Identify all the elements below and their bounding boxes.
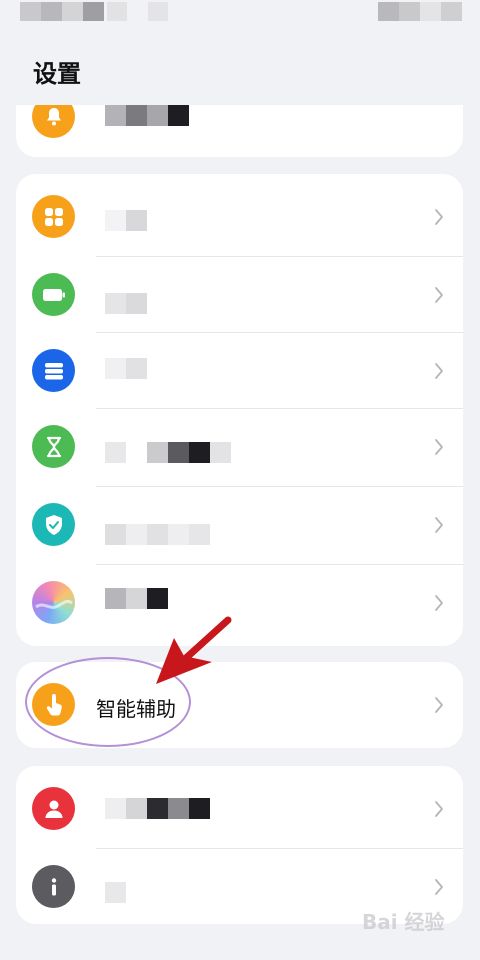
settings-item-apps[interactable] xyxy=(16,178,463,256)
status-pixel-block xyxy=(83,2,104,21)
redacted-label xyxy=(105,210,165,231)
status-pixel-block xyxy=(107,2,127,21)
settings-item-smart-assist[interactable]: 智能辅助 xyxy=(16,666,463,744)
status-pixel-block xyxy=(41,2,62,21)
battery-icon xyxy=(32,273,75,316)
redacted-label xyxy=(105,882,145,903)
shield-icon xyxy=(32,503,75,546)
redacted-label xyxy=(105,105,195,126)
status-pixel-block xyxy=(62,2,83,21)
info-icon xyxy=(32,865,75,908)
settings-item-battery[interactable] xyxy=(16,256,463,334)
chevron-right-icon xyxy=(432,593,446,613)
settings-item-account[interactable] xyxy=(16,770,463,848)
settings-item-security[interactable] xyxy=(16,486,463,564)
chevron-right-icon xyxy=(432,799,446,819)
settings-card-device xyxy=(16,174,463,646)
settings-item-storage[interactable] xyxy=(16,332,463,410)
person-icon xyxy=(32,787,75,830)
chevron-right-icon xyxy=(432,437,446,457)
storage-icon xyxy=(32,349,75,392)
wallpaper-icon xyxy=(32,581,75,624)
status-pixel-block xyxy=(378,2,399,21)
smart-assist-label: 智能辅助 xyxy=(96,697,176,721)
grid-icon xyxy=(32,195,75,238)
status-pixel-block xyxy=(420,2,441,21)
settings-card-top xyxy=(16,105,463,157)
status-bar xyxy=(0,0,480,30)
settings-card-account xyxy=(16,766,463,924)
redacted-label xyxy=(105,358,165,379)
redacted-label xyxy=(105,293,165,314)
redacted-label xyxy=(105,524,215,545)
chevron-right-icon xyxy=(432,877,446,897)
hand-icon xyxy=(32,683,75,726)
status-pixel-block xyxy=(20,2,41,21)
chevron-right-icon xyxy=(432,207,446,227)
settings-card-assist: 智能辅助 xyxy=(16,662,463,748)
status-pixel-block xyxy=(148,2,168,21)
chevron-right-icon xyxy=(432,285,446,305)
watermark: Bai 经验 xyxy=(362,910,445,934)
redacted-label xyxy=(105,442,235,463)
status-pixel-block xyxy=(441,2,462,21)
status-pixel-block xyxy=(399,2,420,21)
page-title: 设置 xyxy=(33,60,81,88)
settings-item-theme[interactable] xyxy=(16,564,463,642)
redacted-label xyxy=(105,798,215,819)
hourglass-icon xyxy=(32,425,75,468)
settings-item-notifications[interactable] xyxy=(16,105,463,157)
settings-item-digital-balance[interactable] xyxy=(16,408,463,486)
chevron-right-icon xyxy=(432,695,446,715)
chevron-right-icon xyxy=(432,515,446,535)
bell-icon xyxy=(32,105,75,138)
chevron-right-icon xyxy=(432,361,446,381)
redacted-label xyxy=(105,588,185,609)
